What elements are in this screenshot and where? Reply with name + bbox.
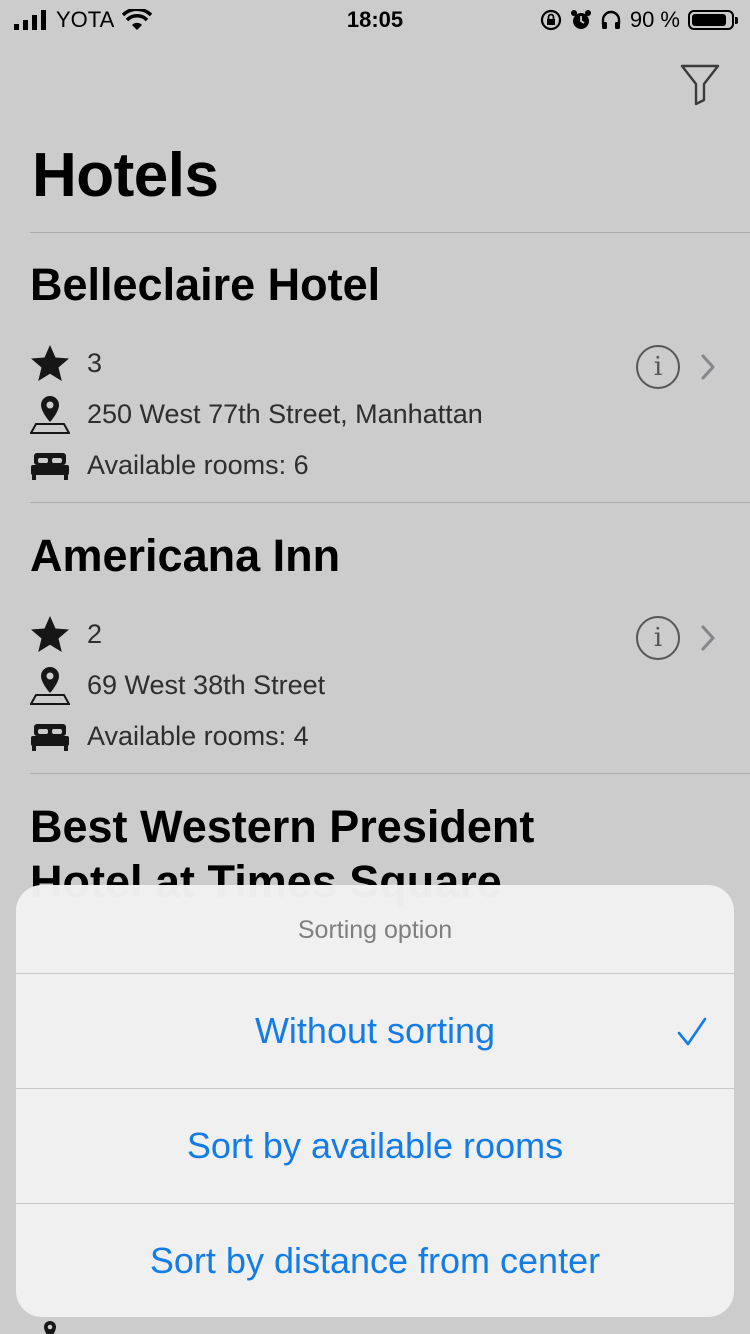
- checkmark-icon: [677, 1017, 707, 1046]
- sorting-action-sheet: Sorting option Without sorting Sort by a…: [16, 885, 734, 1317]
- option-without-sorting[interactable]: Without sorting: [16, 974, 734, 1088]
- option-label: Sort by available rooms: [186, 1125, 564, 1166]
- option-sort-by-available-rooms[interactable]: Sort by available rooms: [16, 1089, 734, 1203]
- option-sort-by-distance[interactable]: Sort by distance from center: [16, 1204, 734, 1317]
- hotels-screen: YOTA 18:05 90 % Hotels Belleclaire Hotel…: [0, 0, 750, 1334]
- sheet-title: Sorting option: [297, 916, 453, 944]
- option-label: Without sorting: [254, 1010, 496, 1051]
- option-label: Sort by distance from center: [149, 1240, 601, 1281]
